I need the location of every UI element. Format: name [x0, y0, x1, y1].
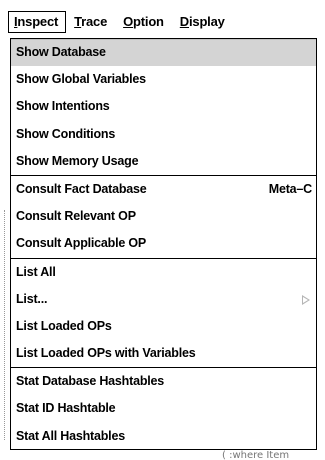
- menu-item-list-loaded-ops[interactable]: List Loaded OPs: [11, 313, 316, 340]
- menu-item-list-all[interactable]: List All: [11, 259, 316, 286]
- background-partial-text: ( :where Item: [222, 450, 290, 460]
- menu-item-show-database[interactable]: Show Database: [11, 39, 316, 67]
- menu-group-list: List All List... List Loaded OPs List Lo…: [11, 259, 316, 369]
- shortcut-meta-c: Meta–C: [268, 181, 312, 196]
- menu-group-show: Show Database Show Global Variables Show…: [11, 39, 316, 176]
- menu-item-consult-applicable-op[interactable]: Consult Applicable OP: [11, 230, 316, 257]
- menu-item-list-submenu-label: List...: [16, 291, 48, 306]
- menu-option[interactable]: Option: [117, 11, 172, 33]
- menubar: Inspect Trace Option Display: [8, 10, 235, 34]
- menu-item-consult-fact-database[interactable]: Consult Fact Database Meta–C: [11, 176, 316, 203]
- menu-group-stat: Stat Database Hashtables Stat ID Hashtab…: [11, 368, 316, 450]
- menu-item-stat-database-hashtables[interactable]: Stat Database Hashtables: [11, 368, 316, 395]
- menu-item-consult-fact-database-label: Consult Fact Database: [16, 181, 147, 196]
- menu-display[interactable]: Display: [174, 11, 233, 33]
- menu-item-stat-all-hashtables[interactable]: Stat All Hashtables: [11, 423, 316, 450]
- menu-inspect[interactable]: Inspect: [8, 11, 67, 33]
- menu-item-consult-relevant-op[interactable]: Consult Relevant OP: [11, 203, 316, 230]
- inspect-dropdown-menu: Show Database Show Global Variables Show…: [10, 38, 317, 450]
- menu-display-label: isplay: [189, 14, 225, 29]
- menu-item-list-loaded-ops-with-variables[interactable]: List Loaded OPs with Variables: [11, 340, 316, 367]
- menu-trace[interactable]: Trace: [68, 11, 115, 33]
- background-edge: [4, 210, 7, 440]
- menu-item-show-memory-usage[interactable]: Show Memory Usage: [11, 148, 316, 175]
- application-window: Inspect Trace Option Display ( :where It…: [0, 0, 325, 460]
- menu-trace-label: race: [81, 14, 108, 29]
- menu-group-consult: Consult Fact Database Meta–C Consult Rel…: [11, 176, 316, 259]
- menu-option-label: ption: [133, 14, 164, 29]
- menu-item-show-intentions[interactable]: Show Intentions: [11, 93, 316, 120]
- submenu-arrow-icon: [302, 294, 310, 305]
- menu-item-show-global-variables[interactable]: Show Global Variables: [11, 66, 316, 93]
- menu-item-show-conditions[interactable]: Show Conditions: [11, 121, 316, 148]
- menu-inspect-label: nspect: [17, 14, 59, 29]
- menu-option-mnemonic: O: [123, 14, 134, 29]
- menu-item-stat-id-hashtable[interactable]: Stat ID Hashtable: [11, 395, 316, 422]
- menu-item-list-submenu[interactable]: List...: [11, 286, 316, 313]
- menu-display-mnemonic: D: [179, 14, 189, 29]
